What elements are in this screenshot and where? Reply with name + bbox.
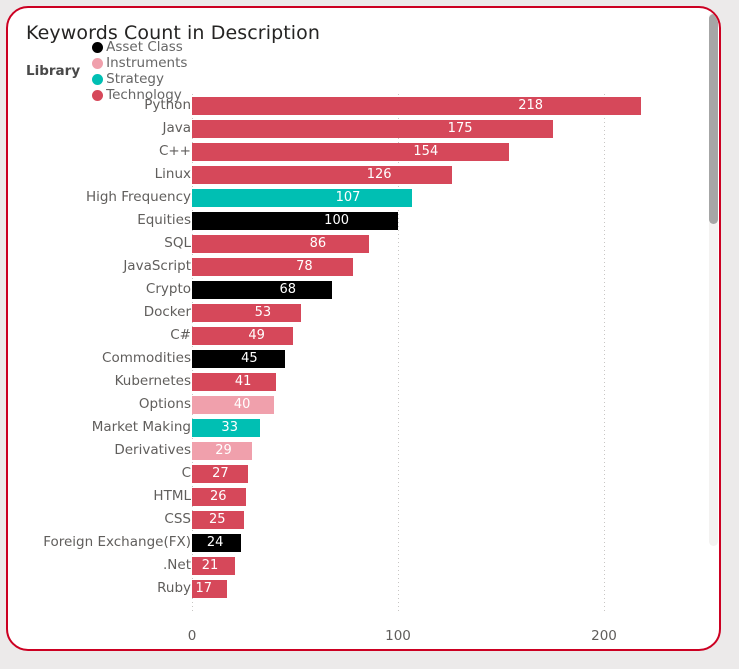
bars-layer: Python 218 Java 175 C++ 154 Linux 126 High Frequ… <box>8 90 719 620</box>
bar-row[interactable]: Kubernetes 41 <box>8 370 708 393</box>
bar[interactable] <box>192 257 353 276</box>
category-label: JavaScript <box>123 258 191 274</box>
category-label: Commodities <box>102 350 191 366</box>
bar[interactable] <box>192 119 553 138</box>
bar-row[interactable]: Foreign Exchange(FX) 24 <box>8 531 708 554</box>
legend-item-asset-class[interactable]: Asset Class <box>92 39 187 55</box>
category-label: C# <box>170 327 191 343</box>
category-label: Options <box>138 396 191 412</box>
category-label: SQL <box>164 235 191 251</box>
bar[interactable] <box>192 441 252 460</box>
legend-item-label: Strategy <box>106 71 164 87</box>
plot-area: Python 218 Java 175 C++ 154 Linux 126 High Frequ… <box>8 90 719 649</box>
category-label: Kubernetes <box>114 373 191 389</box>
bar[interactable] <box>192 579 228 598</box>
legend-item-strategy[interactable]: Strategy <box>92 71 187 87</box>
bar[interactable] <box>192 211 398 230</box>
legend-swatch-icon <box>92 41 104 53</box>
bar[interactable] <box>192 96 642 115</box>
bar-row[interactable]: SQL 86 <box>8 232 708 255</box>
bar-row[interactable]: Equities 100 <box>8 209 708 232</box>
scrollbar-thumb[interactable] <box>709 14 718 224</box>
legend-item-label: Asset Class <box>106 39 183 55</box>
bar[interactable] <box>192 395 275 414</box>
category-label: Foreign Exchange(FX) <box>43 534 191 550</box>
bar[interactable] <box>192 464 248 483</box>
x-axis: 0 100 200 <box>8 620 719 649</box>
bar[interactable] <box>192 326 293 345</box>
bar-row[interactable]: Java 175 <box>8 117 708 140</box>
bar-row[interactable]: High Frequency 107 <box>8 186 708 209</box>
category-label: Docker <box>143 304 191 320</box>
bar[interactable] <box>192 280 333 299</box>
legend-item-label: Instruments <box>106 55 188 71</box>
bar[interactable] <box>192 165 452 184</box>
bar-row[interactable]: Market Making 33 <box>8 416 708 439</box>
bar[interactable] <box>192 487 246 506</box>
bar[interactable] <box>192 556 236 575</box>
bar[interactable] <box>192 418 260 437</box>
legend-swatch-icon <box>92 73 104 85</box>
vertical-scrollbar[interactable] <box>709 12 718 546</box>
chart-legend: Library Asset Class Instruments Strategy Te… <box>26 39 198 103</box>
bar-row[interactable]: Crypto 68 <box>8 278 708 301</box>
bar-row[interactable]: C# 49 <box>8 324 708 347</box>
legend-title: Library <box>26 63 81 79</box>
category-label: C <box>181 465 191 481</box>
bar-row[interactable]: Derivatives 29 <box>8 439 708 462</box>
bar[interactable] <box>192 510 244 529</box>
category-label: Python <box>144 97 191 113</box>
bar[interactable] <box>192 533 242 552</box>
bar[interactable] <box>192 188 413 207</box>
x-axis-tick-200: 200 <box>591 628 617 644</box>
bar[interactable] <box>192 372 277 391</box>
category-label: .Net <box>163 557 191 573</box>
category-label: Market Making <box>91 419 191 435</box>
category-label: High Frequency <box>85 189 191 205</box>
category-label: Java <box>162 120 191 136</box>
bar-row[interactable]: Options 40 <box>8 393 708 416</box>
legend-item-instruments[interactable]: Instruments <box>92 55 187 71</box>
category-label: Ruby <box>157 580 191 596</box>
category-label: C++ <box>158 143 191 159</box>
category-label: CSS <box>164 511 191 527</box>
bar-row[interactable]: Commodities 45 <box>8 347 708 370</box>
bar-row[interactable]: HTML 26 <box>8 485 708 508</box>
bar-row[interactable]: .Net 21 <box>8 554 708 577</box>
bar-row[interactable]: Ruby 17 <box>8 577 708 600</box>
bar[interactable] <box>192 234 370 253</box>
bar-row[interactable]: C++ 154 <box>8 140 708 163</box>
bar-row[interactable]: C 27 <box>8 462 708 485</box>
bar-row[interactable]: Linux 126 <box>8 163 708 186</box>
chart-visual-card: Keywords Count in Description Library As… <box>6 6 721 651</box>
category-label: Derivatives <box>114 442 191 458</box>
bar[interactable] <box>192 303 302 322</box>
bar-row[interactable]: Docker 53 <box>8 301 708 324</box>
x-axis-tick-100: 100 <box>385 628 411 644</box>
bar[interactable] <box>192 349 285 368</box>
x-axis-tick-0: 0 <box>187 628 197 644</box>
legend-swatch-icon <box>92 57 104 69</box>
category-label: Equities <box>137 212 191 228</box>
category-label: Linux <box>154 166 191 182</box>
bar-row[interactable]: CSS 25 <box>8 508 708 531</box>
bar-row[interactable]: Python 218 <box>8 94 708 117</box>
category-label: Crypto <box>145 281 191 297</box>
category-label: HTML <box>153 488 191 504</box>
bar-row[interactable]: JavaScript 78 <box>8 255 708 278</box>
bar[interactable] <box>192 142 510 161</box>
